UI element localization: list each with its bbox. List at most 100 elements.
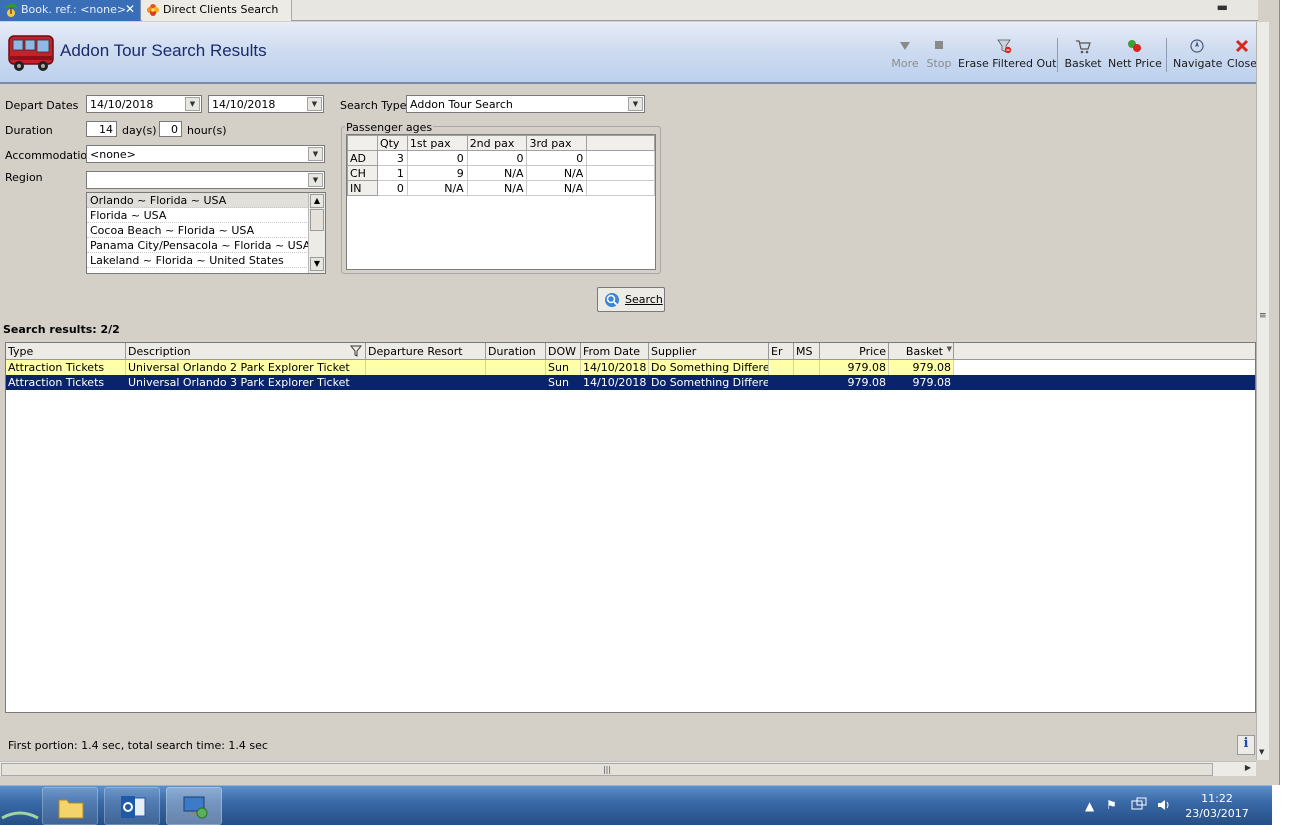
info-button[interactable]: i [1237,735,1255,755]
pax-age-1[interactable]: 9 [406,165,468,181]
volume-icon[interactable] [1156,797,1172,825]
region-select[interactable]: ▼ [86,171,325,189]
region-list-scrollbar[interactable]: ▲ ▼ [308,193,325,273]
scroll-down-icon[interactable]: ▼ [1259,748,1264,756]
tab-booking[interactable]: Book. ref.: <none> ✕ [0,0,141,21]
col-header-price[interactable]: Price [820,343,889,359]
scroll-grip-icon[interactable]: ≡ [1259,311,1267,321]
col-header-dow[interactable]: DOW [546,343,581,359]
filter-icon[interactable] [350,345,362,357]
col-header-duration[interactable]: Duration [486,343,546,359]
scroll-up-icon[interactable]: ▲ [310,194,324,208]
pax-age-2[interactable]: 0 [466,150,528,166]
page-title: Addon Tour Search Results [60,41,267,60]
col-header-basket[interactable]: Basket ▼ [889,343,954,359]
region-list-item[interactable]: Florida ~ USA [87,208,309,223]
cell-dow: Sun [546,375,581,390]
toolbar-separator [1057,38,1058,72]
dropdown-arrow-icon[interactable]: ▼ [628,97,643,111]
action-center-flag-icon[interactable]: ⚑ [1106,798,1117,825]
search-type-select[interactable]: Addon Tour Search ▼ [406,95,645,113]
dropdown-arrow-icon[interactable]: ▼ [308,173,323,187]
results-table[interactable]: Type Description Departure Resort Durati… [5,342,1256,713]
region-list-item[interactable]: Orlando ~ Florida ~ USA [87,193,309,208]
col-header-ms[interactable]: MS [794,343,820,359]
depart-to-date-picker[interactable]: 14/10/2018 ▼ [208,95,324,113]
pax-age-3[interactable]: N/A [526,180,588,196]
region-list-item[interactable]: Lakeland ~ Florida ~ United States [87,253,309,268]
taskbar-explorer[interactable] [42,787,98,825]
minimize-icon[interactable]: ▬ [1217,0,1228,14]
tab-direct-clients-label: Direct Clients Search [163,3,279,16]
passenger-ages-grid[interactable]: Qty 1st pax 2nd pax 3rd pax AD 3 0 0 0 C… [346,134,656,270]
nett-price-label: Nett Price [1108,57,1162,70]
table-row[interactable]: Attraction Tickets Universal Orlando 3 P… [6,375,1255,390]
pax-age-3[interactable]: N/A [526,165,588,181]
dropdown-arrow-icon[interactable]: ▼ [308,147,323,161]
navigate-button[interactable]: Navigate [1173,38,1222,78]
pax-empty [586,150,655,166]
region-list-item[interactable]: Cocoa Beach ~ Florida ~ USA [87,223,309,238]
close-tab-icon[interactable]: ✕ [125,2,135,16]
pax-qty[interactable]: 3 [376,150,408,166]
pax-age-2[interactable]: N/A [466,180,528,196]
cell-supplier: Do Something Different [651,375,769,390]
start-button[interactable] [0,788,40,824]
duration-days-input[interactable]: 14 [86,121,117,137]
taskbar-outlook[interactable] [104,787,160,825]
vertical-scrollbar[interactable]: ≡ ▼ [1256,22,1269,760]
scroll-thumb[interactable] [310,209,324,231]
accommodation-select[interactable]: <none> ▼ [86,145,325,163]
col-header-departure-resort[interactable]: Departure Resort [366,343,486,359]
more-label: More [891,57,919,70]
dropdown-arrow-icon[interactable]: ▼ [185,97,200,111]
col-header-er[interactable]: Er [769,343,794,359]
close-button[interactable]: Close [1227,38,1257,78]
search-results-count: Search results: 2/2 [3,323,120,336]
taskbar-clock[interactable]: 11:22 23/03/2017 [1182,791,1252,821]
col-header-type[interactable]: Type [6,343,126,359]
close-icon [1235,39,1249,53]
tab-bar: Book. ref.: <none> ✕ Direct Clients Sear… [0,0,1258,21]
col-header-description[interactable]: Description [126,343,366,359]
cell-er [769,375,794,390]
pax-type: IN [347,180,378,196]
pax-header-2nd: 2nd pax [466,135,528,151]
page-header: Addon Tour Search Results More Stop Eras… [0,22,1257,84]
cell-basket: 979.08 [889,360,954,375]
network-icon[interactable] [1131,797,1147,825]
col-header-from-date[interactable]: From Date [581,343,649,359]
pax-age-3[interactable]: 0 [526,150,588,166]
table-row[interactable]: Attraction Tickets Universal Orlando 2 P… [6,360,1255,375]
stop-button[interactable]: Stop [925,38,953,78]
basket-button[interactable]: Basket [1064,38,1102,78]
erase-filtered-out-button[interactable]: Erase Filtered Out [958,38,1056,78]
horizontal-scrollbar[interactable]: ||| ▶ [0,761,1256,776]
dropdown-arrow-icon[interactable]: ▼ [307,97,322,111]
col-header-basket-label: Basket [905,345,943,358]
duration-hours-input[interactable]: 0 [159,121,182,137]
cell-supplier: Do Something Different [649,360,769,375]
cell-from-date: 14/10/2018 [581,360,649,375]
more-button[interactable]: More [891,38,919,78]
tab-direct-clients-search[interactable]: Direct Clients Search [142,0,292,21]
region-list-item[interactable]: Panama City/Pensacola ~ Florida ~ USA [87,238,310,253]
cell-description: Universal Orlando 2 Park Explorer Ticket [126,360,366,375]
pax-age-1[interactable]: N/A [406,180,468,196]
scroll-right-icon[interactable]: ▶ [1245,763,1251,772]
pax-qty[interactable]: 1 [376,165,408,181]
scroll-thumb[interactable]: ||| [1,763,1213,776]
depart-from-date-picker[interactable]: 14/10/2018 ▼ [86,95,202,113]
taskbar-app[interactable] [166,787,222,825]
pax-age-1[interactable]: 0 [406,150,468,166]
col-header-supplier[interactable]: Supplier [649,343,769,359]
pax-header-3rd: 3rd pax [526,135,588,151]
region-list[interactable]: Orlando ~ Florida ~ USA Florida ~ USA Co… [86,192,326,274]
pax-age-2[interactable]: N/A [466,165,528,181]
nett-price-button[interactable]: Nett Price [1108,38,1162,78]
tray-expand-icon[interactable]: ▲ [1085,799,1094,825]
remote-desktop-icon [183,796,208,819]
scroll-down-icon[interactable]: ▼ [310,257,324,271]
pax-qty[interactable]: 0 [376,180,408,196]
search-button[interactable]: Search [597,287,665,312]
